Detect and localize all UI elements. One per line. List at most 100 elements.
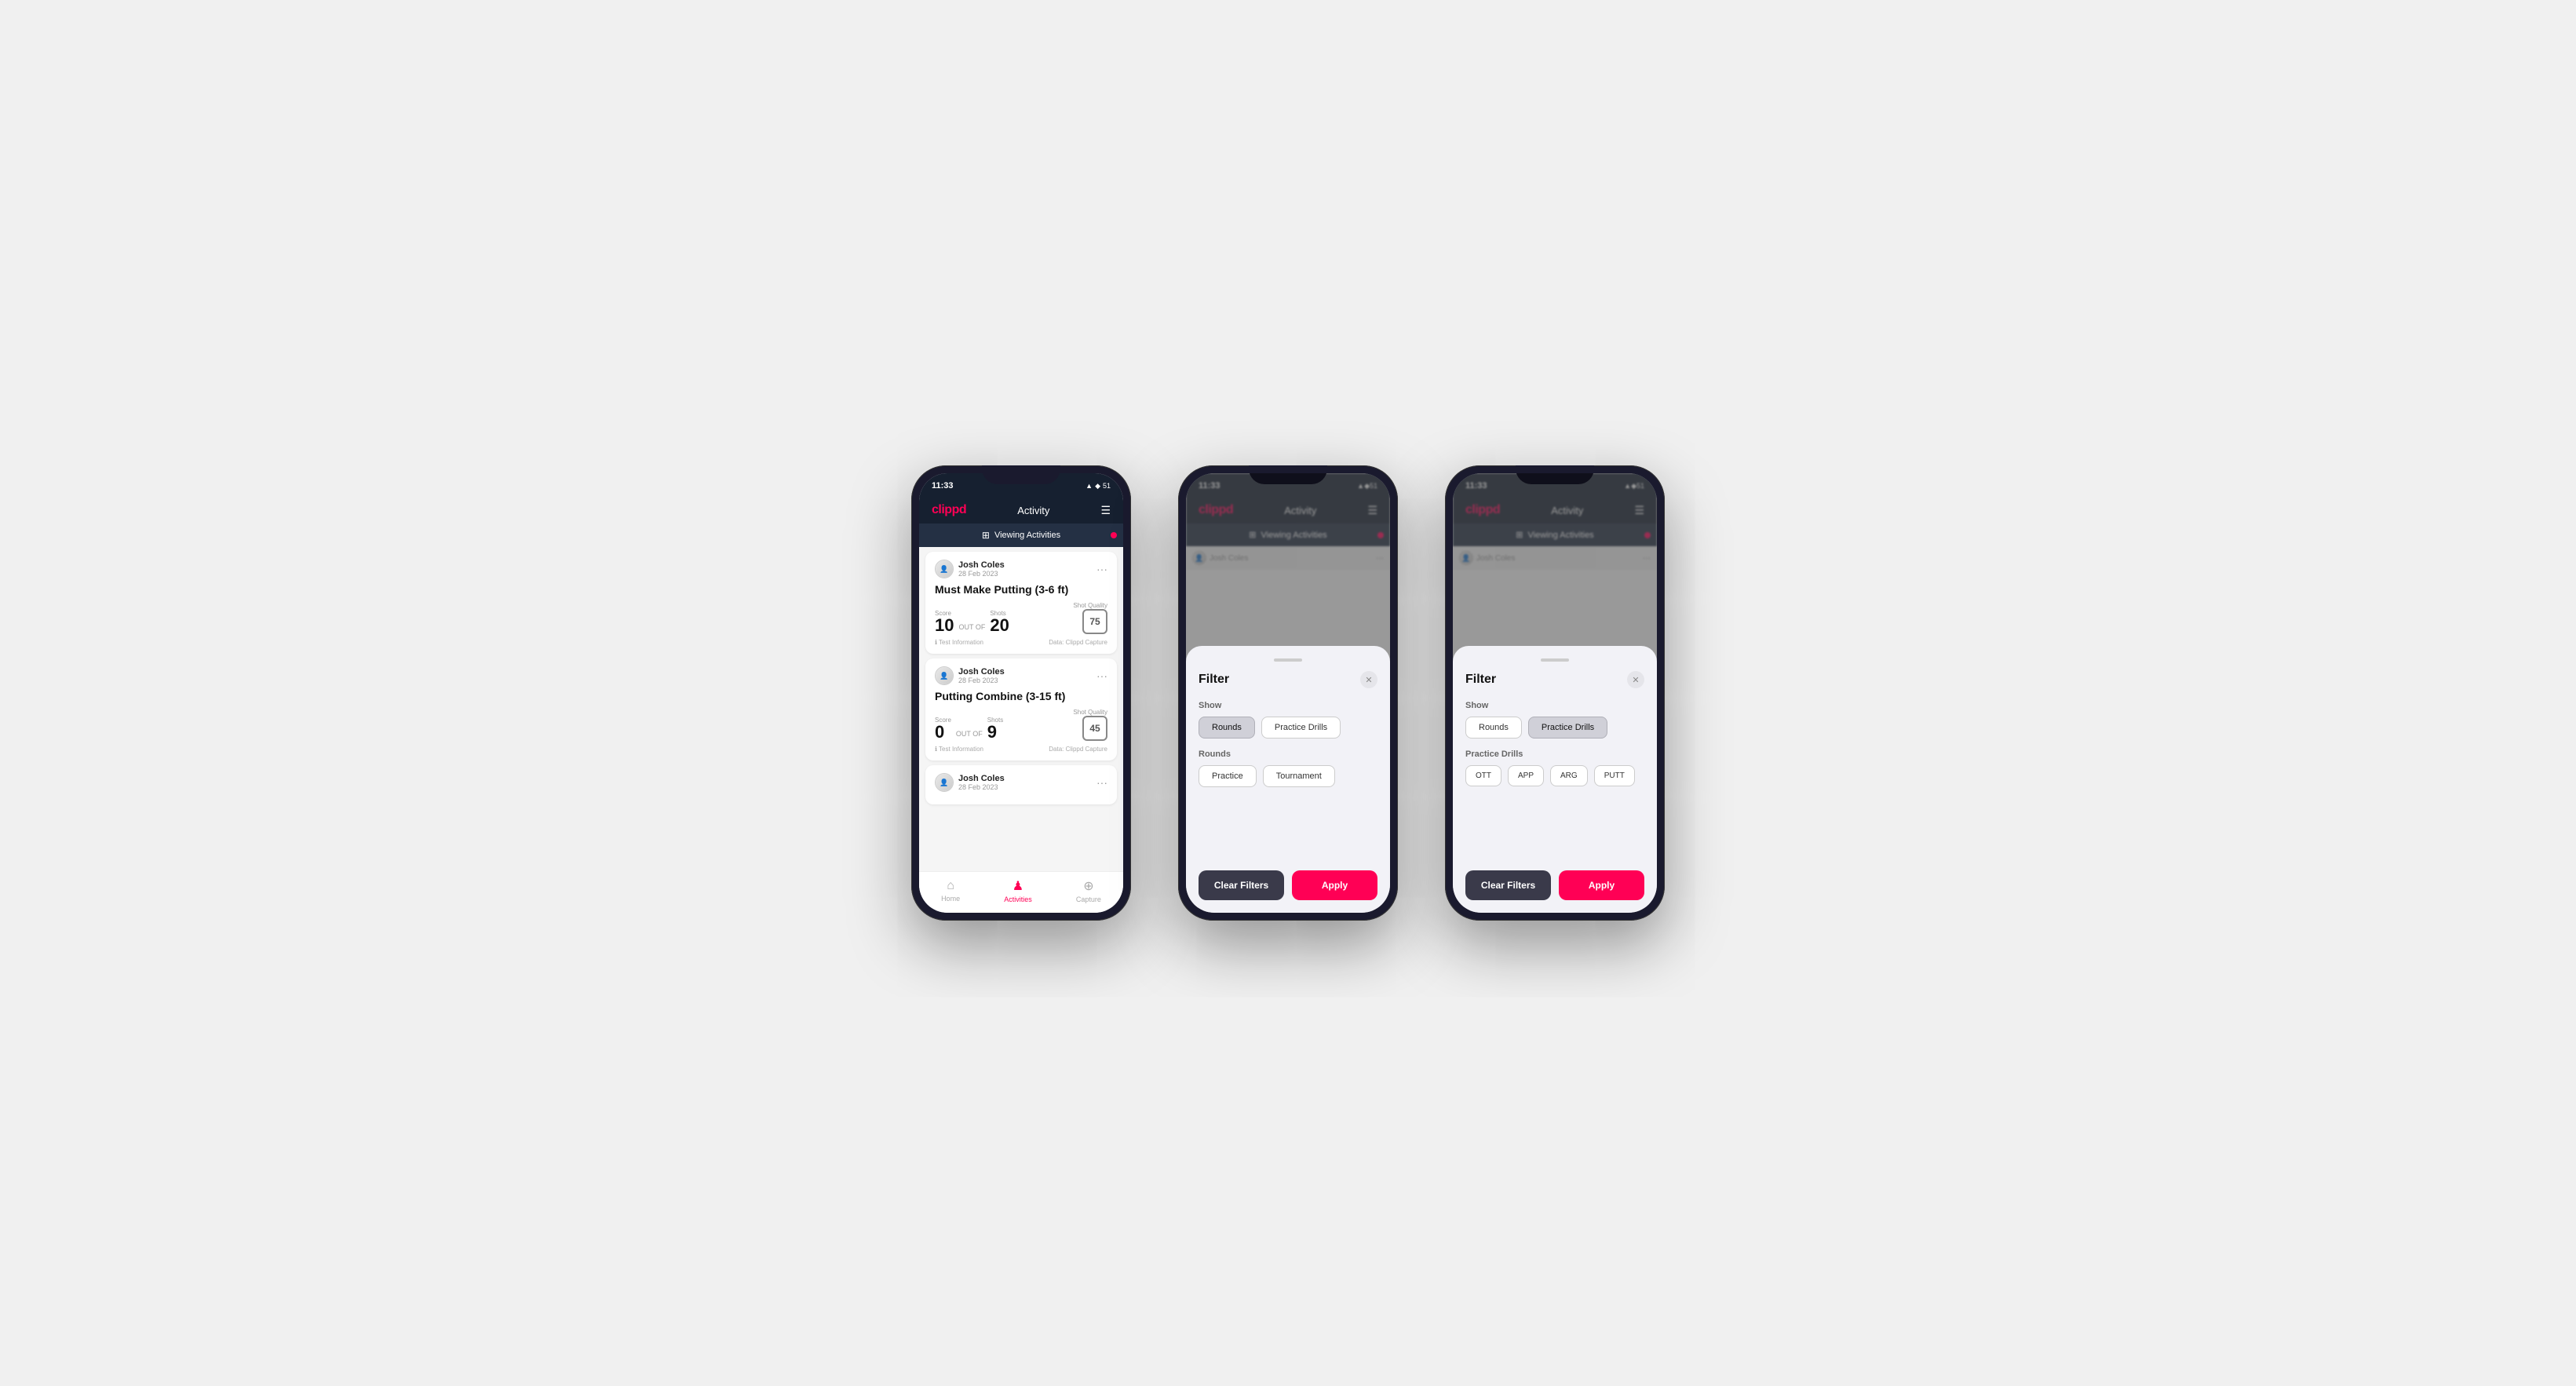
card-header-3: 👤 Josh Coles 28 Feb 2023 ··· [935,773,1107,792]
rounds-btn-3[interactable]: Rounds [1465,717,1522,739]
tournament-btn-2[interactable]: Tournament [1263,765,1335,787]
show-label-2: Show [1199,701,1377,710]
activity-card-3: 👤 Josh Coles 28 Feb 2023 ··· [925,765,1117,804]
out-of-1: OUT OF [958,623,985,634]
activity-card-2: 👤 Josh Coles 28 Feb 2023 ··· Putting Com… [925,658,1117,760]
rounds-buttons-2: Practice Tournament [1199,765,1377,787]
more-dots-3[interactable]: ··· [1096,776,1107,789]
avatar-1: 👤 [935,560,954,578]
nav-title-1: Activity [1017,505,1049,516]
ott-btn-3[interactable]: OTT [1465,765,1501,786]
app-btn-3[interactable]: APP [1508,765,1544,786]
home-label-1: Home [941,895,960,903]
filter-section-drills-3: Practice Drills OTT APP ARG PUTT [1465,750,1644,786]
modal-header-3: Filter ✕ [1465,671,1644,688]
modal-actions-3: Clear Filters Apply [1465,858,1644,900]
phone-2-screen: 11:33 ▲◆51 clippd Activity ☰ ⊞ Viewing A… [1186,473,1390,913]
activity-card-1: 👤 Josh Coles 28 Feb 2023 ··· Must Make P… [925,552,1117,654]
user-info-2: 👤 Josh Coles 28 Feb 2023 [935,666,1005,685]
filter-section-show-2: Show Rounds Practice Drills [1199,701,1377,739]
phone-1: 11:33 ▲ ◆ 51 clippd Activity ☰ ⊞ Viewing… [911,465,1131,921]
user-info-3: 👤 Josh Coles 28 Feb 2023 [935,773,1005,792]
modal-handle-3 [1541,658,1569,662]
quality-badge-2: 45 [1082,716,1107,741]
filter-section-rounds-2: Rounds Practice Tournament [1199,750,1377,787]
more-dots-2[interactable]: ··· [1096,669,1107,682]
user-name-1: Josh Coles [958,560,1005,570]
show-buttons-2: Rounds Practice Drills [1199,717,1377,739]
putt-btn-3[interactable]: PUTT [1594,765,1635,786]
phones-container: 11:33 ▲ ◆ 51 clippd Activity ☰ ⊞ Viewing… [911,465,1665,921]
avatar-3: 👤 [935,773,954,792]
drills-buttons-3: OTT APP ARG PUTT [1465,765,1644,786]
card-header-1: 👤 Josh Coles 28 Feb 2023 ··· [935,560,1107,578]
modal-actions-2: Clear Filters Apply [1199,858,1377,900]
phone-3: 11:33 ▲◆51 clippd Activity ☰ ⊞ Viewing A… [1445,465,1665,921]
user-date-2: 28 Feb 2023 [958,677,1005,684]
shots-val-1: 20 [990,617,1009,634]
shots-val-2: 9 [987,724,1003,741]
tab-bar-1: ⌂ Home ♟ Activities ⊕ Capture [919,871,1123,913]
user-date-3: 28 Feb 2023 [958,783,1005,791]
tab-home-1[interactable]: ⌂ Home [941,879,960,903]
activity-title-2: Putting Combine (3-15 ft) [935,690,1107,702]
info-text-2: ℹ Test Information [935,746,983,753]
more-dots-1[interactable]: ··· [1096,563,1107,575]
quality-label-2: Shot Quality [1073,709,1107,716]
rounds-btn-2[interactable]: Rounds [1199,717,1255,739]
practice-round-btn-2[interactable]: Practice [1199,765,1257,787]
nav-bar-1: clippd Activity ☰ [919,497,1123,523]
home-icon-1: ⌂ [947,879,954,893]
wifi-icon: ◆ [1095,482,1100,491]
data-source-2: Data: Clippd Capture [1049,746,1107,753]
clear-btn-2[interactable]: Clear Filters [1199,870,1284,900]
arg-btn-3[interactable]: ARG [1550,765,1588,786]
score-val-1: 10 [935,617,954,634]
filter-overlay-2: Filter ✕ Show Rounds Practice Drills Rou… [1186,473,1390,913]
apply-btn-3[interactable]: Apply [1559,870,1644,900]
user-date-1: 28 Feb 2023 [958,570,1005,578]
battery-icon: 51 [1103,482,1111,490]
capture-icon-1: ⊕ [1083,878,1093,894]
card-footer-2: ℹ Test Information Data: Clippd Capture [935,746,1107,753]
avatar-2: 👤 [935,666,954,685]
tab-capture-1[interactable]: ⊕ Capture [1076,878,1101,903]
data-source-1: Data: Clippd Capture [1049,639,1107,646]
drills-label-3: Practice Drills [1465,750,1644,759]
filter-section-show-3: Show Rounds Practice Drills [1465,701,1644,739]
phone-2: 11:33 ▲◆51 clippd Activity ☰ ⊞ Viewing A… [1178,465,1398,921]
status-icons-1: ▲ ◆ 51 [1085,482,1111,491]
phone-1-screen: 11:33 ▲ ◆ 51 clippd Activity ☰ ⊞ Viewing… [919,473,1123,913]
modal-title-2: Filter [1199,673,1229,687]
user-name-2: Josh Coles [958,667,1005,677]
viewing-bar-1[interactable]: ⊞ Viewing Activities [919,523,1123,547]
apply-btn-2[interactable]: Apply [1292,870,1377,900]
phone-3-screen: 11:33 ▲◆51 clippd Activity ☰ ⊞ Viewing A… [1453,473,1657,913]
out-of-2: OUT OF [956,730,983,741]
menu-icon-1[interactable]: ☰ [1100,504,1111,517]
capture-label-1: Capture [1076,895,1101,903]
red-dot-1 [1111,532,1117,538]
practice-drills-btn-3[interactable]: Practice Drills [1528,717,1607,739]
filter-icon-1: ⊞ [982,530,990,541]
practice-drills-btn-2[interactable]: Practice Drills [1261,717,1341,739]
clear-btn-3[interactable]: Clear Filters [1465,870,1551,900]
filter-overlay-3: Filter ✕ Show Rounds Practice Drills Pra… [1453,473,1657,913]
activities-label-1: Activities [1004,895,1032,903]
logo-1: clippd [932,503,966,517]
filter-modal-3: Filter ✕ Show Rounds Practice Drills Pra… [1453,646,1657,913]
show-buttons-3: Rounds Practice Drills [1465,717,1644,739]
quality-label-1: Shot Quality [1073,602,1107,609]
modal-handle-2 [1274,658,1302,662]
card-header-2: 👤 Josh Coles 28 Feb 2023 ··· [935,666,1107,685]
score-val-2: 0 [935,724,951,741]
quality-badge-1: 75 [1082,609,1107,634]
close-btn-3[interactable]: ✕ [1627,671,1644,688]
tab-activities-1[interactable]: ♟ Activities [1004,878,1032,903]
activity-title-1: Must Make Putting (3-6 ft) [935,583,1107,596]
close-btn-2[interactable]: ✕ [1360,671,1377,688]
modal-title-3: Filter [1465,673,1496,687]
info-text-1: ℹ Test Information [935,639,983,646]
status-time-1: 11:33 [932,481,954,491]
filter-modal-2: Filter ✕ Show Rounds Practice Drills Rou… [1186,646,1390,913]
